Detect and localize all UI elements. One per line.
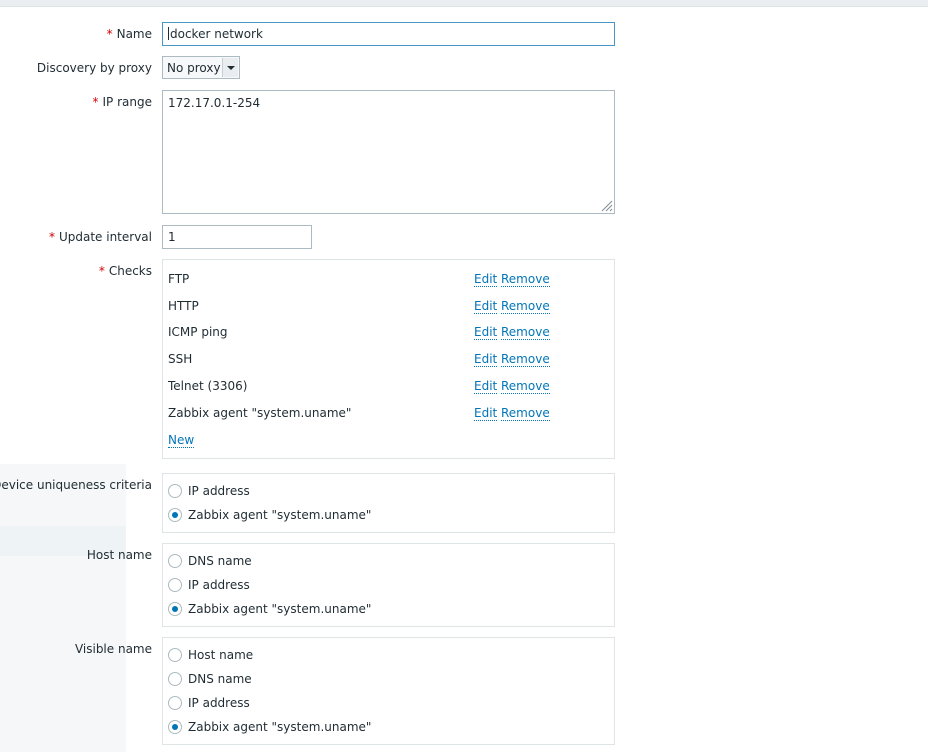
edit-link[interactable]: Edit [474, 272, 498, 287]
edit-link[interactable]: Edit [474, 379, 498, 394]
update-interval-label: * Update interval [49, 230, 152, 244]
radio-button[interactable] [168, 672, 182, 686]
check-row: ICMP ping Edit Remove [168, 325, 614, 341]
edit-link[interactable]: Edit [474, 406, 498, 421]
check-name: SSH [168, 352, 193, 366]
remove-link[interactable]: Remove [501, 325, 550, 340]
edit-link[interactable]: Edit [474, 299, 498, 314]
name-input-value: docker network [170, 27, 263, 41]
radio-button-selected[interactable] [168, 602, 182, 616]
visible-name-label: Visible name [74, 642, 152, 656]
check-name: HTTP [168, 299, 199, 313]
radio-button[interactable] [168, 696, 182, 710]
uniqueness-radio-group: IP address Zabbix agent "system.uname" [162, 473, 615, 533]
radio-button[interactable] [168, 484, 182, 498]
radio-button-selected[interactable] [168, 720, 182, 734]
remove-link[interactable]: Remove [501, 352, 550, 367]
radio-label: Zabbix agent "system.uname" [188, 602, 372, 616]
new-check-row: New [168, 433, 614, 449]
ip-range-label-text: IP range [102, 95, 152, 109]
ip-range-label: * IP range [93, 95, 152, 109]
ip-range-value: 172.17.0.1-254 [168, 96, 261, 110]
radio-label: Zabbix agent "system.uname" [188, 508, 372, 522]
checks-label-text: Checks [108, 264, 152, 278]
new-check-link[interactable]: New [168, 433, 195, 448]
radio-button[interactable] [168, 578, 182, 592]
check-name: FTP [168, 272, 190, 286]
remove-link[interactable]: Remove [501, 406, 550, 421]
check-row: FTP Edit Remove [168, 272, 614, 288]
proxy-select-value: No proxy [167, 61, 221, 75]
proxy-select[interactable]: No proxy [162, 56, 240, 79]
remove-link[interactable]: Remove [501, 379, 550, 394]
remove-link[interactable]: Remove [501, 299, 550, 314]
check-name: Telnet (3306) [168, 379, 248, 393]
radio-label: IP address [188, 578, 250, 592]
required-marker: * [106, 27, 113, 41]
checks-label: * Checks [99, 264, 152, 278]
radio-label: DNS name [188, 672, 252, 686]
check-row: Telnet (3306) Edit Remove [168, 379, 614, 395]
top-strip [0, 0, 928, 7]
remove-link[interactable]: Remove [501, 272, 550, 287]
radio-label: Zabbix agent "system.uname" [188, 720, 372, 734]
check-row: Zabbix agent "system.uname" Edit Remove [168, 406, 614, 422]
checks-box: FTP Edit Remove HTTP Edit Remove ICMP pi… [162, 259, 615, 459]
edit-link[interactable]: Edit [474, 325, 498, 340]
check-row: HTTP Edit Remove [168, 299, 614, 315]
check-name: Zabbix agent "system.uname" [168, 406, 352, 420]
host-name-label: Host name [86, 548, 152, 562]
name-label: * Name [107, 27, 152, 41]
radio-button[interactable] [168, 648, 182, 662]
chevron-down-icon[interactable] [222, 58, 238, 77]
radio-label: IP address [188, 696, 250, 710]
required-marker: * [92, 95, 99, 109]
resize-grip-icon[interactable] [601, 200, 613, 212]
check-name: ICMP ping [168, 325, 228, 339]
name-label-text: Name [116, 27, 152, 41]
uniqueness-label: Device uniqueness criteria [0, 478, 152, 492]
host-name-radio-group: DNS name IP address Zabbix agent "system… [162, 543, 615, 627]
radio-button[interactable] [168, 554, 182, 568]
radio-label: DNS name [188, 554, 252, 568]
update-interval-value: 1 [168, 230, 176, 244]
visible-name-radio-group: Host name DNS name IP address Zabbix age… [162, 637, 615, 745]
check-row: SSH Edit Remove [168, 352, 614, 368]
sidebar-ghost [0, 464, 126, 752]
radio-label: Host name [188, 648, 254, 662]
radio-button-selected[interactable] [168, 508, 182, 522]
update-interval-label-text: Update interval [58, 230, 152, 244]
update-interval-input[interactable]: 1 [162, 225, 312, 249]
required-marker: * [98, 264, 105, 278]
edit-link[interactable]: Edit [474, 352, 498, 367]
ip-range-textarea[interactable]: 172.17.0.1-254 [162, 90, 615, 214]
radio-label: IP address [188, 484, 250, 498]
name-input[interactable]: docker network [162, 22, 615, 46]
proxy-label: Discovery by proxy [36, 61, 152, 75]
required-marker: * [48, 230, 55, 244]
text-caret [168, 27, 169, 40]
